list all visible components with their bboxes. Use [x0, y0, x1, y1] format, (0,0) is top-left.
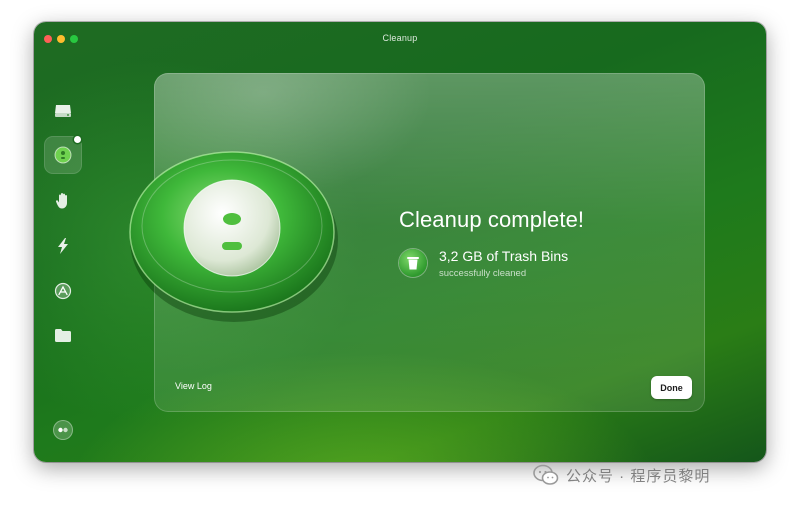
- trash-bin-badge: [399, 249, 427, 277]
- sidebar-item-protection[interactable]: [50, 188, 76, 214]
- app-window: Cleanup Cleanup complete! 3,2 GB of Tras…: [34, 22, 766, 462]
- bolt-icon: [58, 238, 68, 254]
- watermark: 公众号 · 程序员黎明: [532, 461, 710, 489]
- sidebar-item-cleanup[interactable]: [50, 142, 76, 168]
- result-title: 3,2 GB of Trash Bins: [439, 248, 569, 264]
- window-title: Cleanup: [382, 33, 418, 43]
- wechat-logo-icon: [533, 464, 559, 485]
- trash-bin-icon: [407, 257, 419, 270]
- cleanup-illustration: [129, 151, 338, 322]
- completion-headline: Cleanup complete!: [399, 207, 585, 232]
- sidebar-item-files[interactable]: [50, 322, 76, 348]
- assistant-button[interactable]: [53, 420, 73, 440]
- cleanup-icon: [54, 146, 72, 164]
- folder-icon: [55, 328, 71, 342]
- view-log-link[interactable]: View Log: [175, 381, 212, 391]
- hand-icon: [55, 193, 67, 209]
- sidebar-item-performance[interactable]: [50, 233, 76, 259]
- sidebar-item-applications[interactable]: [50, 278, 76, 304]
- watermark-text: 公众号 · 程序员黎明: [566, 467, 711, 485]
- assistant-icon: [58, 427, 68, 433]
- done-button[interactable]: Done: [651, 376, 692, 399]
- disk-icon: [55, 105, 71, 117]
- apps-icon: [54, 282, 72, 300]
- result-subtitle: successfully cleaned: [439, 268, 527, 279]
- sidebar-item-disk[interactable]: [50, 98, 76, 124]
